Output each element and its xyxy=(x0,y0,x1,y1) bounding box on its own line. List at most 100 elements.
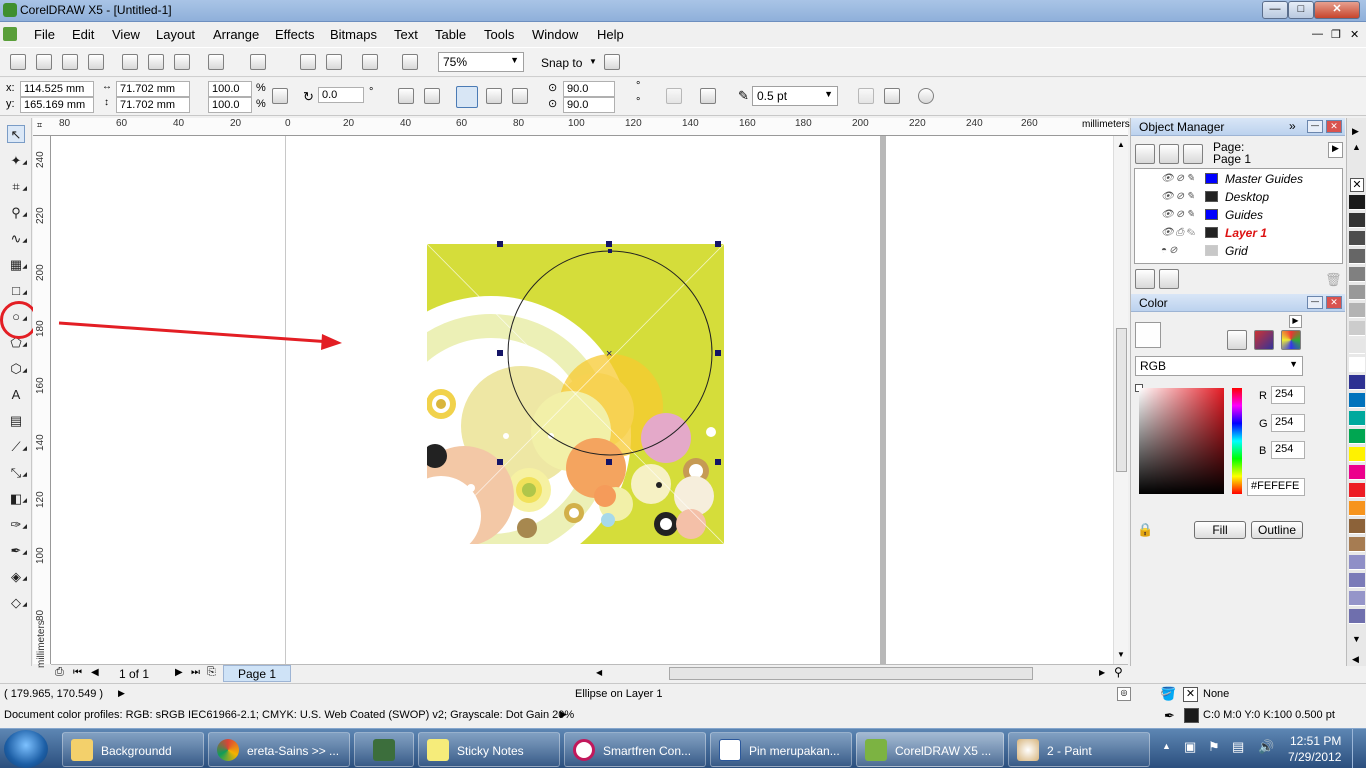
show-hidden-icons[interactable]: ▲ xyxy=(1162,741,1171,751)
basic-shapes-tool-icon[interactable]: ⬡ ◢ xyxy=(7,360,27,378)
lock-icon[interactable]: 🔒 xyxy=(1137,522,1153,538)
edit-across-layers-icon[interactable] xyxy=(1159,144,1179,164)
doc-minimize-button[interactable]: — xyxy=(1312,28,1323,40)
export-icon[interactable] xyxy=(326,54,342,70)
mirror-vertical-icon[interactable] xyxy=(424,88,440,104)
network-icon[interactable]: ▤ xyxy=(1232,739,1244,755)
menu-window[interactable]: Window xyxy=(532,27,578,42)
layer-manager-view-icon[interactable] xyxy=(1183,144,1203,164)
vertical-scrollbar[interactable]: ▲ ▼ xyxy=(1113,136,1128,664)
close-button[interactable]: ✕ xyxy=(1314,1,1360,19)
crop-tool-icon[interactable]: ⌗ ◢ xyxy=(7,178,27,196)
layer-color-swatch[interactable] xyxy=(1205,245,1218,256)
docker-close-button[interactable]: ✕ xyxy=(1326,296,1342,309)
shape-tool-icon[interactable]: ✦ ◢ xyxy=(7,152,27,170)
menu-file[interactable]: File xyxy=(34,27,55,42)
dimension-tool-icon[interactable]: ⟋ ◢ xyxy=(7,438,27,456)
palette-swatch[interactable] xyxy=(1349,465,1365,480)
menu-edit[interactable]: Edit xyxy=(72,27,94,42)
drawing-canvas[interactable]: × xyxy=(51,136,1113,664)
new-document-icon[interactable] xyxy=(10,54,26,70)
menu-layout[interactable]: Layout xyxy=(156,27,195,42)
palette-swatch[interactable] xyxy=(1349,537,1365,552)
welcome-screen-icon[interactable] xyxy=(402,54,418,70)
palette-swatch[interactable] xyxy=(1349,519,1365,534)
palette-swatch[interactable] xyxy=(1349,411,1365,426)
ellipse-mode-icon[interactable] xyxy=(456,86,478,108)
palette-swatch[interactable] xyxy=(1349,285,1365,300)
interactive-fill-tool-icon[interactable]: ◇ ◢ xyxy=(7,594,27,612)
scale-width-field[interactable]: 100.0 xyxy=(208,81,252,97)
scroll-down-icon[interactable]: ▼ xyxy=(1117,650,1125,659)
convert-to-curves-icon[interactable] xyxy=(918,88,934,104)
palette-swatch[interactable] xyxy=(1349,321,1365,336)
palette-swatch[interactable] xyxy=(1349,447,1365,462)
expand-icon[interactable]: » xyxy=(1289,119,1296,133)
visibility-icon[interactable]: ◓⊘ xyxy=(1161,245,1179,256)
clock-time[interactable]: 12:51 PM xyxy=(1290,734,1341,748)
smart-fill-tool-icon[interactable]: ▦ ◢ xyxy=(7,256,27,274)
scroll-right-icon[interactable]: ▶ xyxy=(1099,668,1105,677)
snap-to-dropdown[interactable]: Snap to xyxy=(541,56,582,70)
taskbar-item-monitor[interactable] xyxy=(354,732,414,767)
scroll-left-icon[interactable]: ◀ xyxy=(596,668,602,677)
copy-icon[interactable] xyxy=(148,54,164,70)
open-icon[interactable] xyxy=(36,54,52,70)
freehand-tool-icon[interactable]: ∿ ◢ xyxy=(7,230,27,248)
profiles-flyout-icon[interactable]: ▶ xyxy=(560,709,567,720)
palette-swatch[interactable] xyxy=(1349,231,1365,246)
status-flyout-icon[interactable]: ▶ xyxy=(118,688,125,699)
fill-none-swatch[interactable]: ✕ xyxy=(1183,687,1198,702)
lock-ratio-icon[interactable] xyxy=(272,88,288,104)
layer-color-swatch[interactable] xyxy=(1205,227,1218,238)
layer-row-guides[interactable]: 👁⊘✎ Guides xyxy=(1135,206,1342,224)
arc-mode-icon[interactable] xyxy=(512,88,528,104)
palette-swatch[interactable] xyxy=(1349,393,1365,408)
fill-button[interactable]: Fill xyxy=(1194,521,1246,539)
palette-swatch[interactable] xyxy=(1349,339,1365,354)
rectangle-tool-icon[interactable]: □ ◢ xyxy=(7,282,27,300)
action-center-icon[interactable]: ⚑ xyxy=(1208,739,1220,755)
undo-icon[interactable] xyxy=(208,54,224,70)
palette-scroll-down-icon[interactable]: ▼ xyxy=(1352,634,1361,644)
docker-minimize-button[interactable]: — xyxy=(1307,296,1323,309)
print-icon[interactable] xyxy=(88,54,104,70)
outline-button[interactable]: Outline xyxy=(1251,521,1303,539)
palette-swatch[interactable] xyxy=(1349,375,1365,390)
table-tool-icon[interactable]: ▤ xyxy=(7,412,25,430)
cut-icon[interactable] xyxy=(122,54,138,70)
pick-tool-icon[interactable]: ↖ xyxy=(7,125,25,143)
color-saturation-field[interactable] xyxy=(1139,388,1224,494)
save-icon[interactable] xyxy=(62,54,78,70)
blend-tool-icon[interactable]: ◧ ◢ xyxy=(7,490,27,508)
palette-swatch[interactable] xyxy=(1349,195,1365,210)
y-position-field[interactable]: 165.169 mm xyxy=(20,97,94,113)
hue-slider[interactable] xyxy=(1232,388,1242,494)
scroll-up-icon[interactable]: ▲ xyxy=(1117,140,1125,149)
palette-swatch[interactable] xyxy=(1349,429,1365,444)
page-tab[interactable]: Page 1 xyxy=(223,665,291,682)
delete-icon[interactable]: 🗑 xyxy=(1325,272,1342,288)
visibility-icon[interactable]: 👁⊘✎ xyxy=(1161,173,1196,184)
end-angle-field[interactable]: 90.0 xyxy=(563,97,615,113)
x-position-field[interactable]: 114.525 mm xyxy=(20,81,94,97)
layer-row-grid[interactable]: ◓⊘ Grid xyxy=(1135,242,1342,260)
show-desktop-button[interactable] xyxy=(1352,729,1366,768)
menu-arrange[interactable]: Arrange xyxy=(213,27,259,42)
device-icon[interactable]: ▣ xyxy=(1184,739,1196,755)
volume-icon[interactable]: 🔊 xyxy=(1258,739,1274,755)
paste-icon[interactable] xyxy=(174,54,190,70)
taskbar-item-folder[interactable]: Backgroundd xyxy=(62,732,204,767)
eyedropper-tool-icon[interactable]: ✑ ◢ xyxy=(7,516,27,534)
menu-view[interactable]: View xyxy=(112,27,140,42)
palette-swatch[interactable] xyxy=(1349,213,1365,228)
g-value-field[interactable]: 254 xyxy=(1271,414,1305,432)
palette-scroll-up-icon[interactable]: ▲ xyxy=(1352,142,1361,152)
visibility-icon[interactable]: 👁⊘✎ xyxy=(1161,191,1196,202)
scale-height-field[interactable]: 100.0 xyxy=(208,97,252,113)
hex-value-field[interactable]: #FEFEFE xyxy=(1247,478,1305,496)
page-setup-icon[interactable]: ⎙ xyxy=(55,666,64,679)
layer-row-layer-1[interactable]: 👁⎙✎ Layer 1 xyxy=(1135,224,1342,242)
color-palettes-icon[interactable] xyxy=(1281,330,1301,350)
taskbar-item-paint[interactable]: 2 - Paint xyxy=(1008,732,1150,767)
